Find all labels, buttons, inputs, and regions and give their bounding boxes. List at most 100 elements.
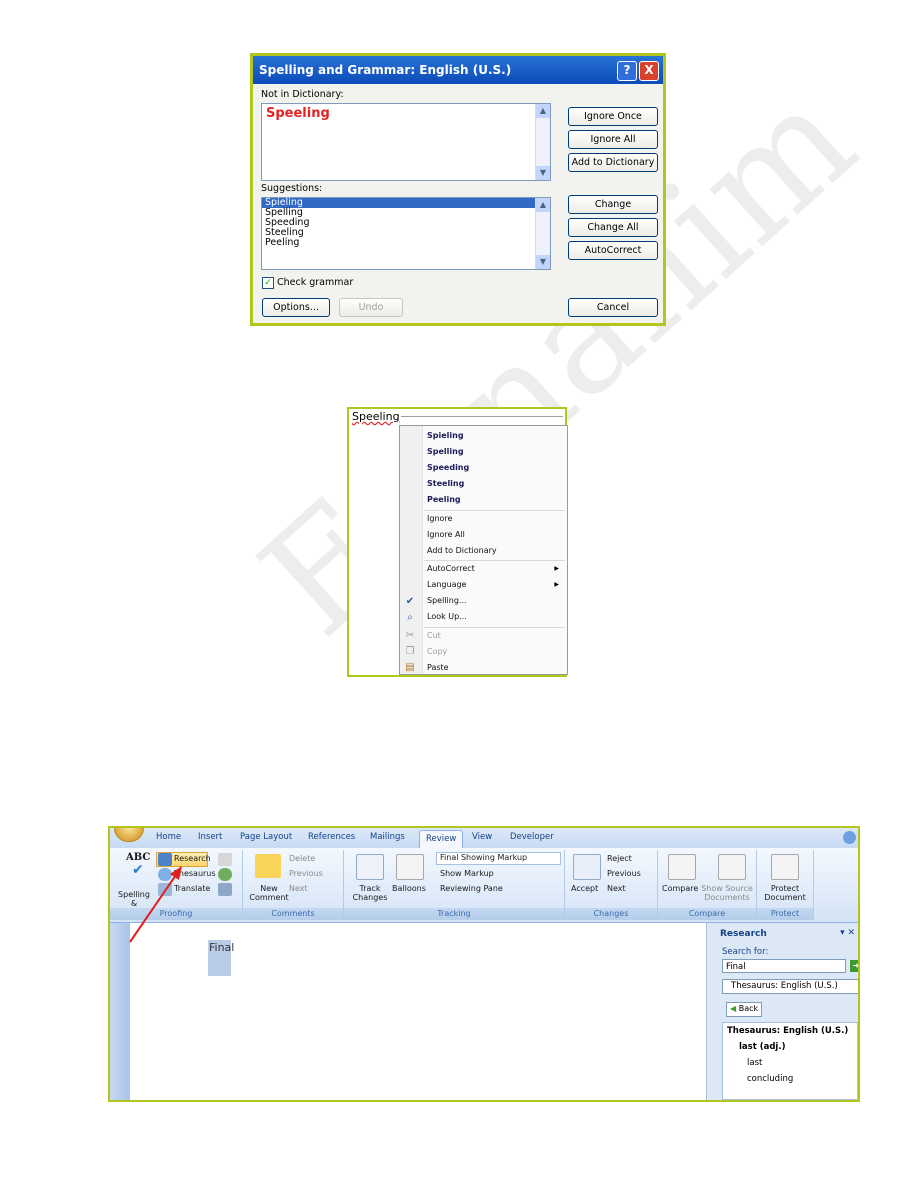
misspelled-word[interactable]: Speeling <box>266 106 330 121</box>
reject-button[interactable]: Reject <box>607 854 632 863</box>
show-markup-button[interactable]: Show Markup <box>440 869 494 878</box>
show-source-documents-button[interactable]: Show Source Documents <box>700 884 754 902</box>
protect-group-label: Protect <box>757 908 813 920</box>
scroll-up-icon[interactable]: ▲ <box>536 104 550 118</box>
menu-suggestion[interactable]: Peeling <box>427 493 461 507</box>
menu-item-spelling[interactable]: Spelling... <box>427 594 467 608</box>
tab-mailings[interactable]: Mailings <box>370 832 405 842</box>
not-in-dictionary-scrollbar[interactable]: ▲ ▼ <box>535 104 550 180</box>
suggestion-item[interactable]: Steeling <box>262 228 550 238</box>
thesaurus-button[interactable]: Thesaurus <box>174 869 216 878</box>
reviewing-pane-button[interactable]: Reviewing Pane <box>440 884 503 893</box>
tab-review[interactable]: Review <box>419 830 464 849</box>
menu-item-language[interactable]: Language <box>427 578 466 592</box>
search-input[interactable]: Final <box>722 959 846 973</box>
change-button[interactable]: Change <box>568 195 658 214</box>
delete-comment-button[interactable]: Delete <box>289 854 315 863</box>
misspelled-document-word[interactable]: Speeling <box>352 410 400 423</box>
changes-group: Accept Reject Previous Next Changes <box>565 850 658 920</box>
help-icon[interactable] <box>843 831 856 844</box>
selected-word[interactable]: Final <box>208 940 234 976</box>
ignore-once-button[interactable]: Ignore Once <box>568 107 658 126</box>
suggestions-list[interactable]: Spieling Spelling Speeding Steeling Peel… <box>261 197 551 270</box>
scissors-icon: ✂ <box>405 630 415 641</box>
menu-item-paste[interactable]: Paste <box>427 661 449 675</box>
next-change-button[interactable]: Next <box>607 884 626 893</box>
menu-item-cut[interactable]: Cut <box>427 629 441 643</box>
scroll-down-icon[interactable]: ▼ <box>536 255 550 269</box>
set-language-icon[interactable] <box>218 883 232 896</box>
office-button-icon[interactable] <box>114 828 144 842</box>
menu-item-autocorrect[interactable]: AutoCorrect <box>427 562 475 576</box>
menu-item-look-up[interactable]: Look Up... <box>427 610 467 624</box>
tab-home[interactable]: Home <box>156 832 181 842</box>
compare-icon <box>668 854 696 880</box>
back-button[interactable]: ◀ Back <box>726 1002 763 1017</box>
suggestion-item[interactable]: Speeding <box>262 218 550 228</box>
tab-references[interactable]: References <box>308 832 355 842</box>
menu-suggestion[interactable]: Spelling <box>427 445 464 459</box>
menu-suggestion[interactable]: Steeling <box>427 477 464 491</box>
scroll-up-icon[interactable]: ▲ <box>536 198 550 212</box>
autocorrect-button[interactable]: AutoCorrect <box>568 241 658 260</box>
suggestions-label: Suggestions: <box>261 183 323 194</box>
tab-insert[interactable]: Insert <box>198 832 222 842</box>
results-header[interactable]: Thesaurus: English (U.S.) <box>727 1026 848 1036</box>
change-all-button[interactable]: Change All <box>568 218 658 237</box>
new-comment-button[interactable]: New Comment <box>249 884 289 902</box>
add-to-dictionary-button[interactable]: Add to Dictionary <box>568 153 658 172</box>
context-menu-screenshot: Speeling Spieling Spelling Speeding Stee… <box>347 407 568 677</box>
protect-document-button[interactable]: Protect Document <box>761 884 809 902</box>
cancel-button[interactable]: Cancel <box>568 298 658 317</box>
document-line <box>401 416 563 417</box>
menu-suggestion[interactable]: Speeding <box>427 461 469 475</box>
research-pane-title: Research <box>720 929 767 939</box>
close-icon[interactable]: X <box>639 61 659 81</box>
tab-page-layout[interactable]: Page Layout <box>240 832 292 842</box>
accept-button[interactable]: Accept <box>571 884 598 893</box>
previous-comment-button[interactable]: Previous <box>289 869 323 878</box>
language-icon[interactable] <box>218 868 232 881</box>
ignore-all-button[interactable]: Ignore All <box>568 130 658 149</box>
synonym-item[interactable]: last <box>747 1058 762 1068</box>
suggestion-item[interactable]: Spieling <box>262 198 535 208</box>
balloons-icon <box>396 854 424 880</box>
tab-developer[interactable]: Developer <box>510 832 554 842</box>
help-icon[interactable]: ? <box>617 61 637 81</box>
reference-source-select[interactable]: Thesaurus: English (U.S.) <box>722 979 858 994</box>
go-arrow-icon[interactable]: ➜ <box>850 960 858 972</box>
result-entry[interactable]: last (adj.) <box>739 1042 785 1052</box>
check-grammar-checkbox[interactable]: ✓ <box>262 277 274 289</box>
research-results: Thesaurus: English (U.S.) last (adj.) la… <box>722 1022 858 1100</box>
menu-suggestion[interactable]: Spieling <box>427 429 464 443</box>
comments-group: New Comment Delete Previous Next Comment… <box>243 850 344 920</box>
menu-item-copy[interactable]: Copy <box>427 645 447 659</box>
compare-button[interactable]: Compare <box>662 884 698 893</box>
proofing-group-label: Proofing <box>110 908 242 920</box>
synonym-item[interactable]: concluding <box>747 1074 793 1084</box>
next-comment-button[interactable]: Next <box>289 884 308 893</box>
undo-button[interactable]: Undo <box>339 298 403 317</box>
menu-item-ignore-all[interactable]: Ignore All <box>427 528 465 542</box>
search-for-label: Search for: <box>722 947 769 957</box>
previous-change-button[interactable]: Previous <box>607 869 641 878</box>
balloons-button[interactable]: Balloons <box>392 884 426 893</box>
translate-icon <box>158 883 172 896</box>
research-button[interactable]: Research <box>174 854 211 863</box>
menu-item-add-to-dictionary[interactable]: Add to Dictionary <box>427 544 497 558</box>
final-showing-markup-select[interactable]: Final Showing Markup <box>436 852 561 865</box>
accept-icon <box>573 854 601 880</box>
scroll-down-icon[interactable]: ▼ <box>536 166 550 180</box>
suggestion-item[interactable]: Peeling <box>262 238 550 248</box>
menu-item-ignore[interactable]: Ignore <box>427 512 452 526</box>
options-button[interactable]: Options... <box>262 298 330 317</box>
tab-view[interactable]: View <box>472 832 492 842</box>
document-area[interactable]: Final <box>110 923 706 1100</box>
close-icon[interactable]: ▾ ✕ <box>840 928 855 938</box>
suggestions-scrollbar[interactable]: ▲ ▼ <box>535 198 550 269</box>
track-changes-button[interactable]: Track Changes <box>348 884 392 902</box>
translate-button[interactable]: Translate <box>174 884 210 893</box>
not-in-dictionary-box[interactable]: Speeling ▲ ▼ <box>261 103 551 181</box>
word-count-icon[interactable] <box>218 853 232 866</box>
menu-separator <box>424 560 565 561</box>
